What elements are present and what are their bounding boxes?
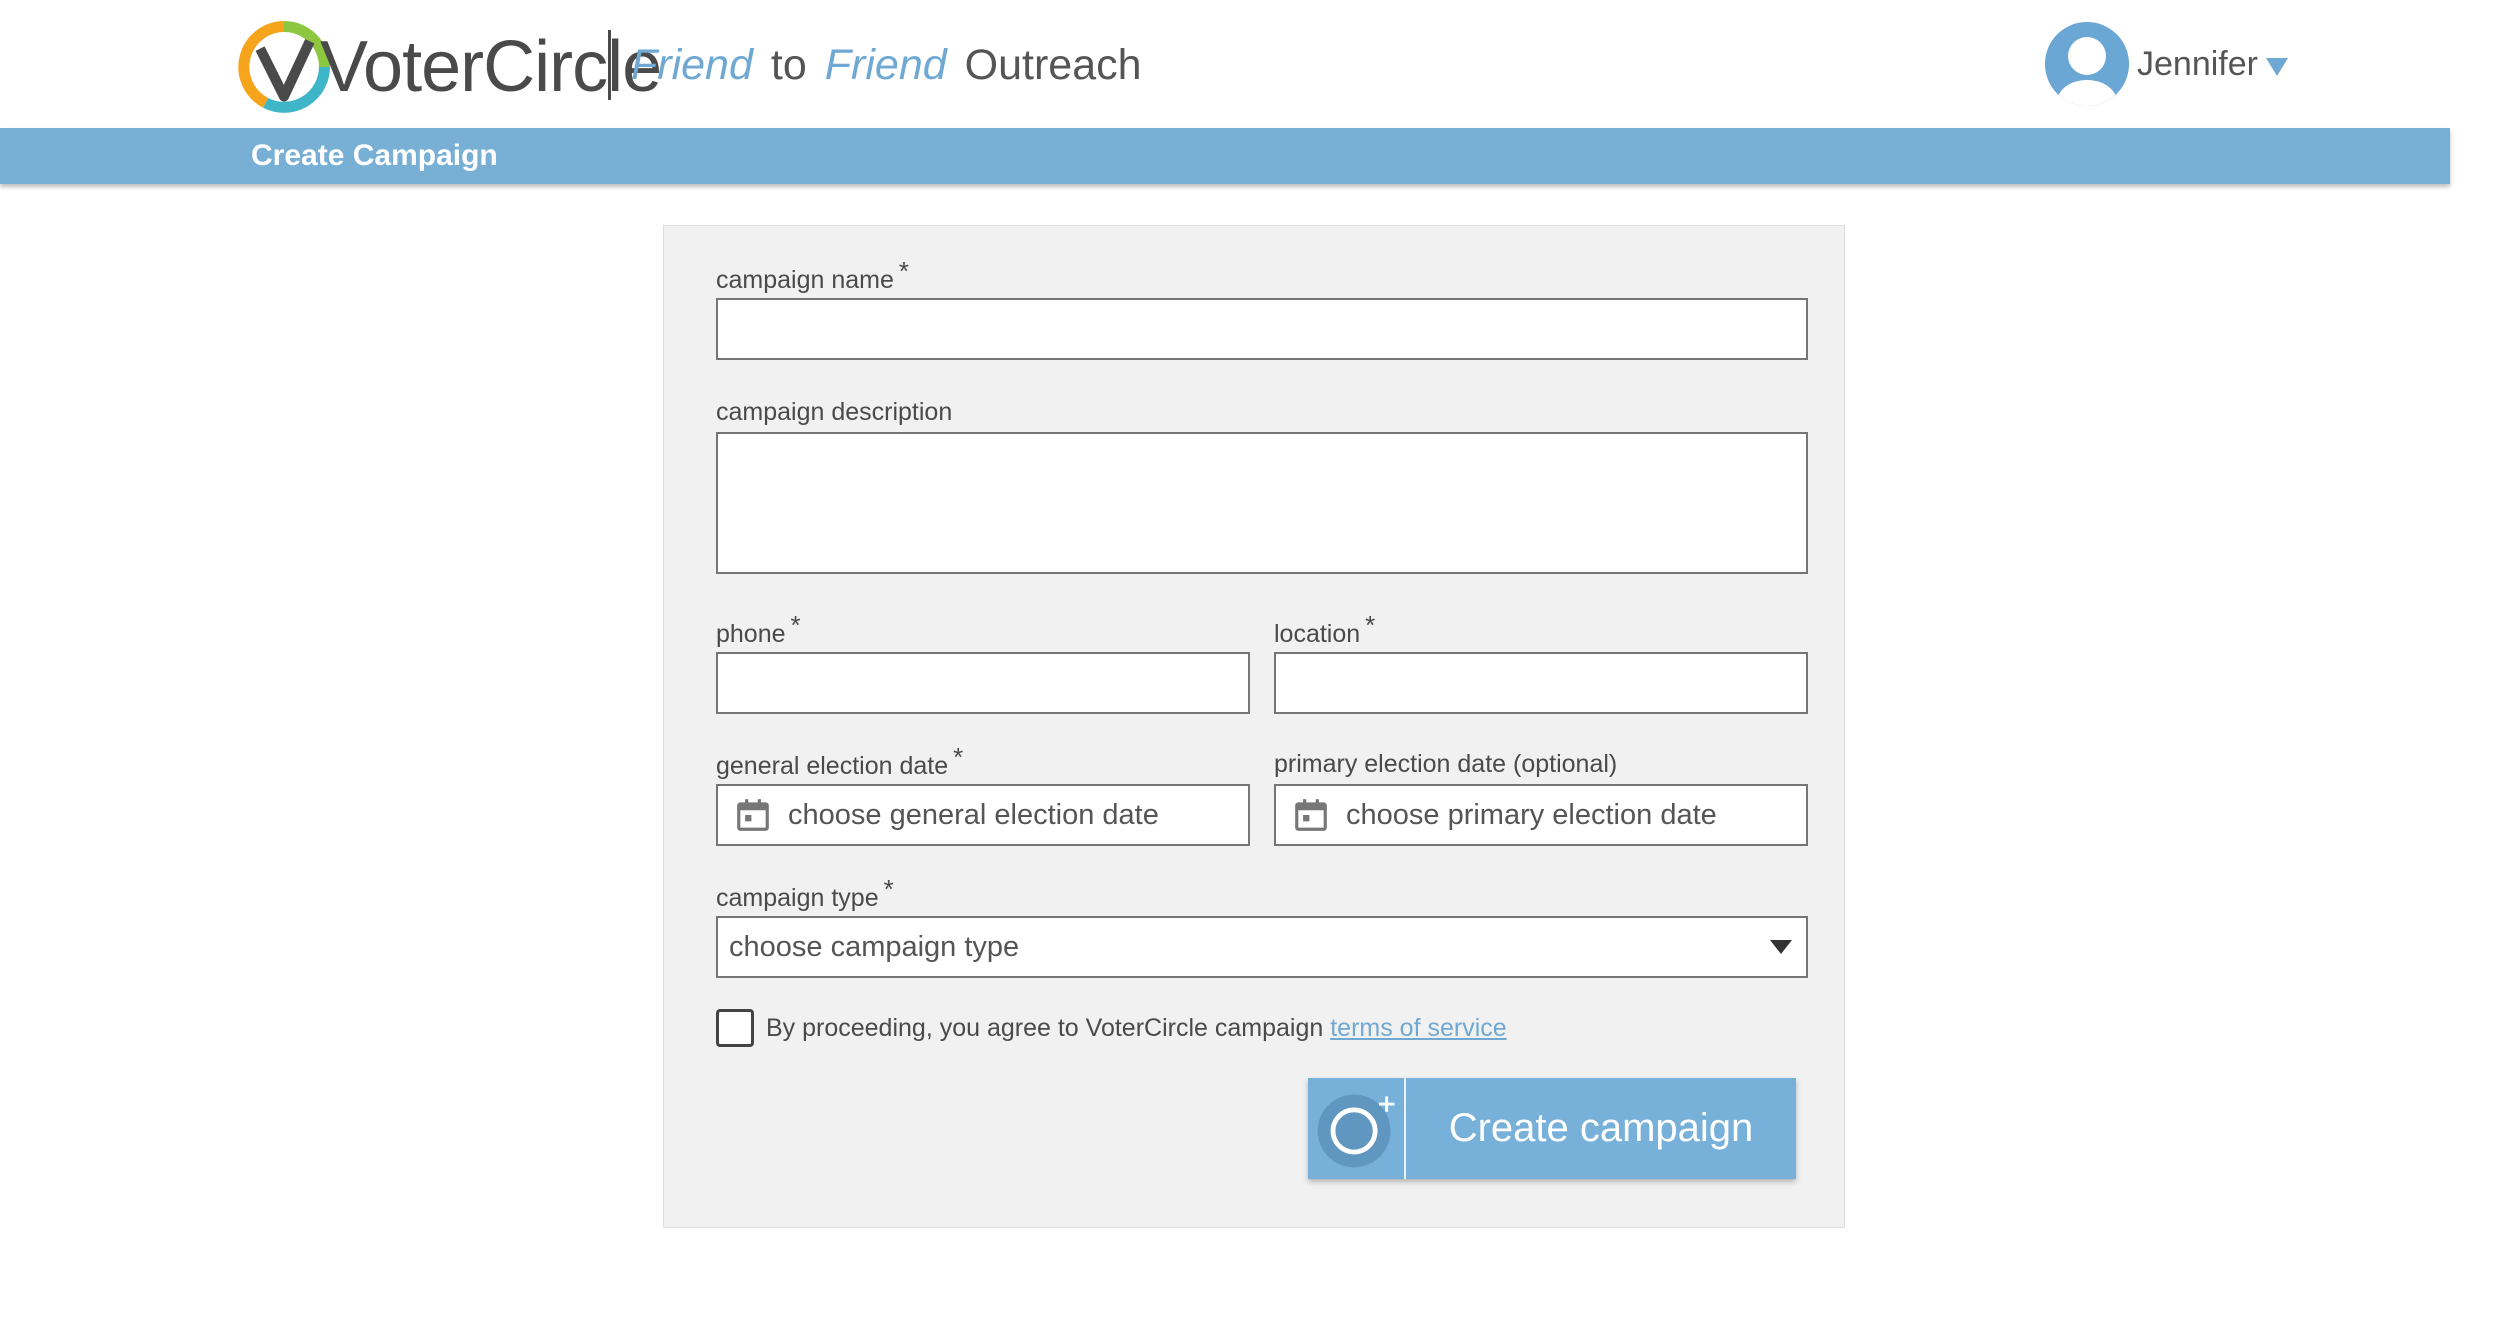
primary-election-date-picker[interactable]: choose primary election date xyxy=(1274,784,1808,846)
campaign-name-field[interactable] xyxy=(716,298,1808,360)
campaign-description-input[interactable] xyxy=(718,434,1806,572)
user-avatar-icon[interactable] xyxy=(2045,22,2129,106)
general-election-date-label: general election date * xyxy=(716,742,964,780)
campaign-type-selected-value: choose campaign type xyxy=(729,930,1020,963)
campaign-description-label: campaign description xyxy=(716,398,953,426)
tagline-word-to: to xyxy=(770,40,807,89)
campaign-name-input[interactable] xyxy=(718,300,1806,358)
tagline-word-outreach: Outreach xyxy=(964,40,1142,89)
dropdown-caret-icon xyxy=(1770,940,1792,954)
user-menu[interactable]: Jennifer xyxy=(2045,22,2288,106)
primary-election-date-placeholder: choose primary election date xyxy=(1346,798,1717,831)
add-circle-icon xyxy=(1308,1078,1406,1179)
general-election-date-picker[interactable]: choose general election date xyxy=(716,784,1250,846)
location-label: location * xyxy=(1274,610,1376,648)
terms-of-service-link[interactable]: terms of service xyxy=(1330,1014,1506,1042)
primary-election-date-label: primary election date (optional) xyxy=(1274,750,1618,778)
tagline-word-friend-2: Friend xyxy=(824,40,947,89)
tagline: Friend to Friend Outreach xyxy=(608,30,1142,100)
page-title: Create Campaign xyxy=(251,139,498,172)
campaign-name-label: campaign name * xyxy=(716,256,910,294)
general-election-date-placeholder: choose general election date xyxy=(788,798,1159,831)
location-input[interactable] xyxy=(1276,654,1806,712)
create-campaign-button-label: Create campaign xyxy=(1448,1106,1754,1150)
phone-input[interactable] xyxy=(718,654,1248,712)
top-header: VoterCircle Friend to Friend Outreach Je… xyxy=(0,0,2500,128)
create-campaign-button[interactable]: Create campaign xyxy=(1308,1078,1796,1179)
campaign-type-select[interactable]: choose campaign type xyxy=(716,916,1808,978)
tagline-word-friend-1: Friend xyxy=(631,40,753,89)
calendar-icon xyxy=(1295,799,1327,831)
caret-down-icon[interactable] xyxy=(2265,58,2288,76)
votercircle-logo-icon xyxy=(238,21,330,113)
campaign-description-field[interactable] xyxy=(716,432,1808,574)
phone-field[interactable] xyxy=(716,652,1250,714)
user-name[interactable]: Jennifer xyxy=(2137,45,2258,84)
phone-label: phone * xyxy=(716,610,801,648)
calendar-icon xyxy=(737,799,769,831)
terms-agreement-text: By proceeding, you agree to VoterCircle … xyxy=(766,1014,1507,1042)
votercircle-logo[interactable]: VoterCircle xyxy=(238,18,662,116)
campaign-type-label: campaign type * xyxy=(716,874,894,912)
location-field[interactable] xyxy=(1274,652,1808,714)
sub-navigation-bar: Create Campaign xyxy=(0,128,2450,184)
terms-checkbox[interactable] xyxy=(716,1009,754,1047)
